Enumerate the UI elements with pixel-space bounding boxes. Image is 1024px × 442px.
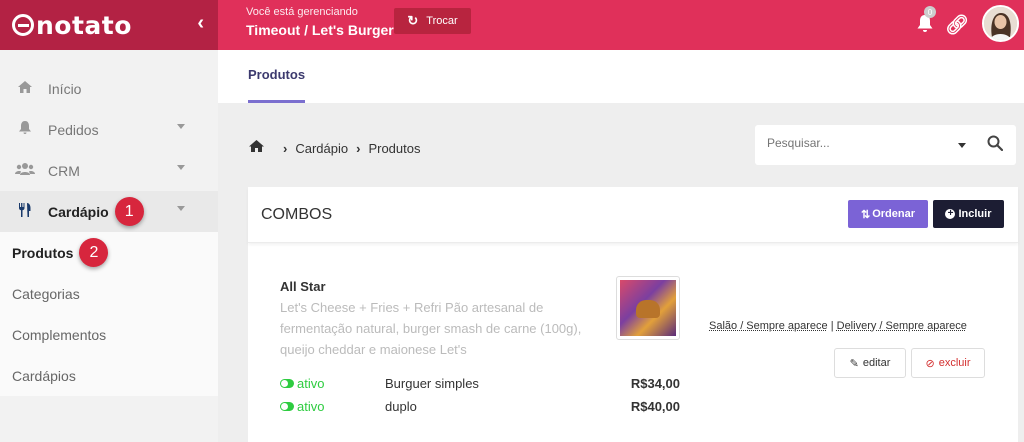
- search-box: [755, 125, 1016, 165]
- sidebar-subitem-categorias[interactable]: Categorias: [0, 273, 218, 314]
- sidebar-item-label: Cardápio: [48, 203, 109, 220]
- search-icon[interactable]: [987, 135, 1004, 152]
- step-badge: 2: [79, 238, 109, 267]
- variant-name: duplo: [385, 398, 417, 414]
- step-badge: 1: [114, 197, 144, 226]
- order-label: Ordenar: [872, 208, 915, 220]
- sidebar-subitem-label: Produtos: [12, 244, 74, 261]
- order-button[interactable]: ⇅ Ordenar: [848, 200, 928, 228]
- variant-row: ativo Burguer simples R$34,00: [280, 373, 680, 393]
- sidebar-subitem-label: Cardápios: [12, 367, 76, 384]
- sidebar-item-crm[interactable]: CRM: [0, 150, 218, 191]
- sidebar-subitem-label: Categorias: [12, 285, 80, 302]
- channel-delivery[interactable]: Delivery / Sempre aparece: [837, 320, 967, 332]
- sidebar-subitem-complementos[interactable]: Complementos: [0, 314, 218, 355]
- sidebar-item-cardapio[interactable]: Cardápio 1: [0, 191, 218, 232]
- sidebar-subitem-cardapios[interactable]: Cardápios: [0, 355, 218, 396]
- sidebar-item-pedidos[interactable]: Pedidos: [0, 109, 218, 150]
- search-input[interactable]: [767, 136, 937, 150]
- users-icon: [14, 162, 36, 180]
- logo[interactable]: notato: [12, 11, 132, 40]
- edit-button[interactable]: ✎ editar: [834, 348, 906, 378]
- sidebar: notato ‹ Início Pedidos CRM Cardápio 1 P…: [0, 0, 218, 442]
- utensils-icon: [14, 202, 36, 222]
- panel-header: COMBOS ⇅ Ordenar + Incluir: [248, 187, 1018, 243]
- chevron-left-icon[interactable]: ‹: [197, 12, 204, 35]
- logo-text: notato: [36, 10, 132, 40]
- panel-title: COMBOS: [261, 206, 333, 223]
- chevron-right-icon: ›: [283, 140, 288, 156]
- product-name[interactable]: All Star: [280, 279, 326, 294]
- variant-row: ativo duplo R$40,00: [280, 396, 680, 416]
- delete-button[interactable]: ⊘ excluir: [911, 348, 985, 378]
- chevron-down-icon: [177, 124, 185, 129]
- burger-photo: [620, 280, 676, 336]
- sidebar-item-label: Pedidos: [48, 121, 99, 138]
- swap-label: Trocar: [426, 15, 458, 27]
- product-panel: COMBOS ⇅ Ordenar + Incluir All Star Let'…: [248, 187, 1018, 442]
- variant-status: ativo: [297, 398, 325, 414]
- tabs: Produtos: [218, 50, 1024, 103]
- tab-produtos[interactable]: Produtos: [248, 67, 305, 82]
- toggle-on-icon[interactable]: [280, 378, 294, 388]
- product-description: Let's Cheese + Fries + Refri Pão artesan…: [280, 300, 582, 357]
- toggle-on-icon[interactable]: [280, 401, 294, 411]
- sidebar-nav: Início Pedidos CRM Cardápio 1 Produtos 2…: [0, 50, 218, 396]
- caret-down-icon[interactable]: [958, 143, 966, 148]
- breadcrumb: › Cardápio › Produtos: [248, 138, 421, 158]
- ban-icon: ⊘: [925, 357, 935, 370]
- delete-label: excluir: [938, 357, 971, 369]
- home-icon[interactable]: [248, 138, 265, 158]
- edit-icon: ✎: [849, 357, 859, 370]
- sidebar-subitem-label: Complementos: [12, 326, 107, 343]
- product-channels: Salão / Sempre aparece | Delivery / Semp…: [709, 320, 967, 332]
- channel-separator: |: [827, 320, 837, 332]
- managing-name: Timeout / Let's Burger: [246, 22, 394, 38]
- variant-price: R$34,00: [630, 375, 680, 391]
- link-icon[interactable]: 🔗︎: [945, 13, 969, 37]
- sidebar-item-label: Início: [48, 80, 82, 97]
- add-button[interactable]: + Incluir: [933, 200, 1004, 228]
- sidebar-item-label: CRM: [48, 162, 80, 179]
- chevron-down-icon: [177, 165, 185, 170]
- edit-label: editar: [862, 357, 891, 369]
- avatar[interactable]: [982, 5, 1019, 42]
- managing-info: Você está gerenciando Timeout / Let's Bu…: [246, 6, 394, 38]
- variant-price: R$40,00: [630, 398, 680, 414]
- breadcrumb-produtos: Produtos: [368, 140, 421, 156]
- tab-active-indicator: [248, 100, 305, 103]
- swap-button[interactable]: ↻ Trocar: [394, 8, 471, 34]
- refresh-icon: ↻: [407, 13, 419, 28]
- logo-bar: notato ‹: [0, 0, 218, 50]
- sidebar-subnav: Produtos 2 Categorias Complementos Cardá…: [0, 232, 218, 396]
- bell-icon: [14, 120, 36, 139]
- chevron-down-icon: [177, 206, 185, 211]
- managing-label: Você está gerenciando: [246, 6, 358, 18]
- channel-salao[interactable]: Salão / Sempre aparece: [709, 320, 828, 332]
- notification-count: 0: [924, 6, 936, 18]
- plus-circle-icon: +: [945, 209, 956, 219]
- variant-name: Burguer simples: [385, 375, 479, 391]
- sidebar-subitem-produtos[interactable]: Produtos 2: [0, 232, 218, 273]
- sort-icon: ⇅: [860, 208, 871, 221]
- variant-status: ativo: [297, 375, 325, 391]
- sidebar-item-inicio[interactable]: Início: [0, 68, 218, 109]
- breadcrumb-cardapio[interactable]: Cardápio: [295, 141, 348, 156]
- topbar: Você está gerenciando Timeout / Let's Bu…: [218, 0, 1024, 50]
- product-thumbnail[interactable]: [616, 276, 680, 340]
- home-icon: [14, 80, 36, 98]
- add-label: Incluir: [958, 208, 992, 220]
- chevron-right-icon: ›: [356, 140, 361, 156]
- logo-mark-icon: [12, 14, 34, 36]
